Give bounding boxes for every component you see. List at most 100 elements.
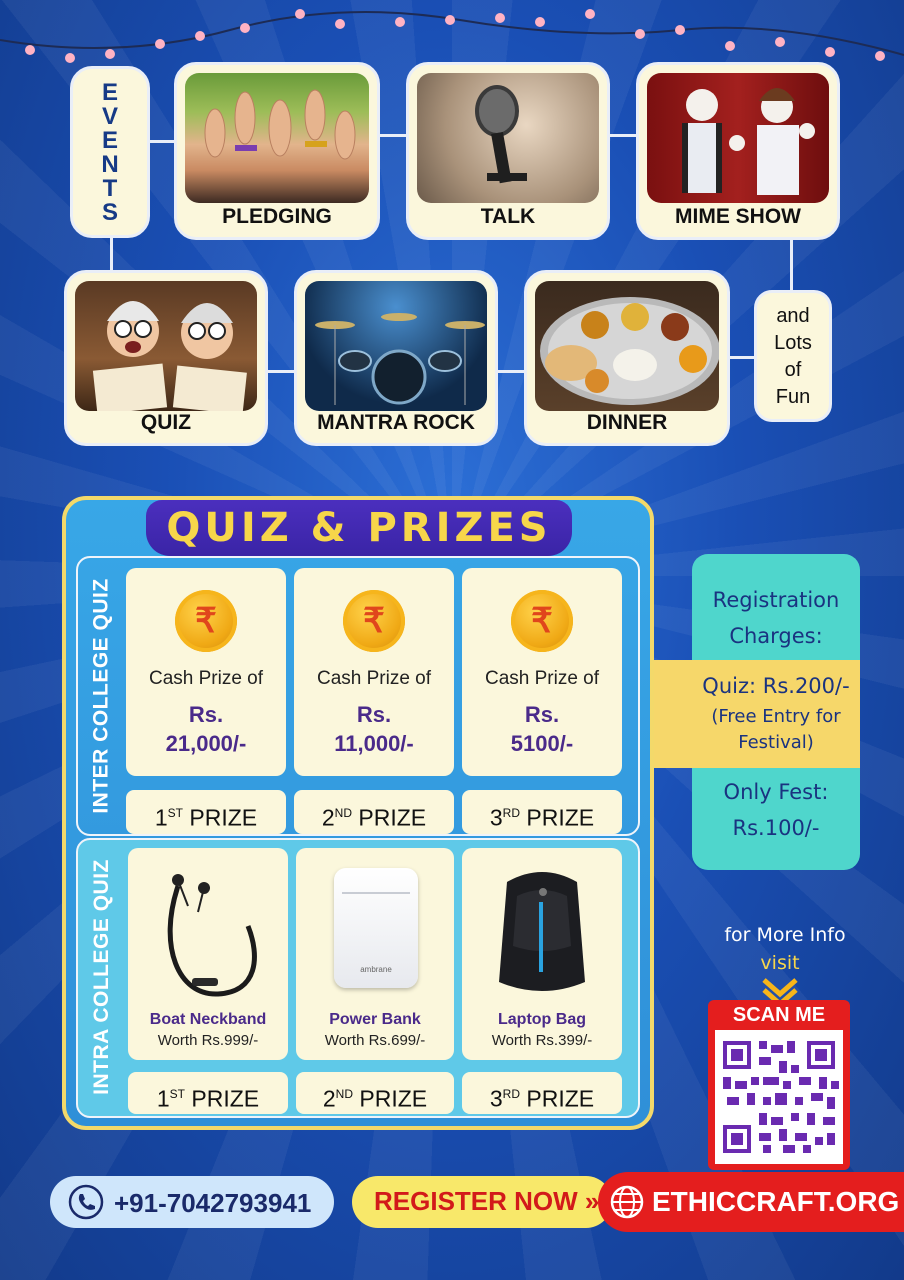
phone-pill[interactable]: +91-7042793941 — [50, 1176, 334, 1228]
event-label: DINNER — [586, 411, 668, 434]
intra-prize-name: Boat Neckband — [149, 1011, 267, 1028]
event-label: PLEDGING — [222, 205, 332, 228]
inter-college-label: INTER COLLEGE QUIZ — [82, 560, 122, 832]
rupee-symbol: ₹ — [195, 602, 217, 640]
lots-of-fun-line: of — [784, 359, 802, 381]
rank-suffix: RD — [502, 806, 520, 820]
mime-performers-photo — [647, 73, 829, 203]
cash-amount: 5100/- — [510, 731, 574, 756]
quiz-charge-band: Quiz: Rs.200/- (Free Entry for Festival) — [654, 660, 860, 768]
prize-rank-label: 2ND PRIZE — [296, 1072, 454, 1114]
prize-rank-label: 3RD PRIZE — [462, 1072, 622, 1114]
intra-prize-name: Laptop Bag — [498, 1011, 586, 1028]
rank-word: PRIZE — [359, 1085, 428, 1112]
event-label: TALK — [480, 205, 536, 228]
connector-line — [494, 370, 528, 373]
event-card-quiz: QUIZ — [64, 270, 268, 446]
connector-line — [376, 134, 410, 137]
intra-prize-worth: Worth Rs.999/- — [157, 1032, 259, 1049]
raised-hands-photo — [185, 73, 369, 203]
event-card-pledging: PLEDGING — [174, 62, 380, 240]
rank-number: 3 — [489, 804, 503, 831]
prize-rank-label: 1ST PRIZE — [128, 1072, 288, 1114]
inter-prize-card: ₹ Cash Prize of Rs. 11,000/- — [294, 568, 454, 776]
only-fest-label: Only Fest: — [723, 780, 829, 804]
intra-prize-card: Laptop Bag Worth Rs.399/- — [462, 848, 622, 1060]
event-label: MANTRA ROCK — [317, 411, 475, 434]
only-fest-price: Rs.100/- — [732, 816, 820, 840]
website-url[interactable]: ETHICCRAFT.ORG — [652, 1186, 899, 1218]
phone-number[interactable]: +91-7042793941 — [114, 1188, 311, 1219]
powerbank-brand: ambrane — [360, 965, 392, 974]
prize-rank-label: 1ST PRIZE — [126, 790, 286, 834]
intra-prize-card: Boat Neckband Worth Rs.999/- — [128, 848, 288, 1060]
rank-word: PRIZE — [358, 804, 427, 831]
rupee-symbol: ₹ — [363, 602, 385, 640]
quiz-cartoon-photo — [75, 281, 257, 411]
cash-currency: Rs. — [188, 702, 224, 727]
lots-of-fun-line: Fun — [775, 386, 811, 408]
prize-rank-label: 2ND PRIZE — [294, 790, 454, 834]
intra-prize-name: Power Bank — [329, 1011, 421, 1028]
registration-title-2: Charges: — [729, 624, 823, 648]
cash-prize-text: Cash Prize of — [484, 668, 600, 689]
rupee-coin-icon: ₹ — [343, 590, 405, 652]
drum-kit-photo — [305, 281, 487, 411]
inter-prize-card: ₹ Cash Prize of Rs. 5100/- — [462, 568, 622, 776]
events-heading-letter: T — [102, 175, 118, 202]
register-now-label: REGISTER NOW » — [374, 1186, 599, 1217]
event-card-mime-show: MIME SHOW — [636, 62, 840, 240]
rank-suffix: ST — [167, 806, 183, 820]
rank-number: 1 — [156, 1085, 170, 1112]
cash-prize-amount: Rs. 5100/- — [462, 700, 622, 758]
more-info-text: for More Info — [724, 924, 846, 946]
connector-line — [110, 236, 113, 274]
lots-of-fun-line: and — [776, 305, 810, 327]
events-heading: E V E N T S — [70, 66, 150, 238]
connector-line — [726, 356, 756, 359]
quiz-prizes-title: QUIZ & PRIZES — [146, 500, 572, 556]
power-bank-icon: ambrane — [334, 868, 418, 988]
connector-line — [790, 238, 793, 292]
phone-icon — [68, 1184, 104, 1220]
register-now-button[interactable]: REGISTER NOW » — [352, 1176, 612, 1228]
events-heading-letter: E — [101, 79, 118, 106]
event-card-talk: TALK — [406, 62, 610, 240]
rank-number: 1 — [154, 804, 168, 831]
rupee-coin-icon: ₹ — [511, 590, 573, 652]
cash-prize-amount: Rs. 11,000/- — [294, 700, 454, 758]
rank-number: 3 — [489, 1085, 503, 1112]
events-heading-letter: S — [101, 199, 118, 226]
event-label: MIME SHOW — [675, 205, 801, 228]
inter-college-label-text: INTER COLLEGE QUIZ — [90, 578, 113, 814]
visit-text: visit — [760, 952, 800, 974]
cash-currency: Rs. — [356, 702, 392, 727]
scan-me-label: SCAN ME — [732, 1004, 826, 1026]
intra-prize-card: ambrane Power Bank Worth Rs.699/- — [296, 848, 454, 1060]
rank-suffix: ND — [335, 1087, 353, 1101]
registration-title: Registration — [712, 588, 840, 612]
cash-prize-text: Cash Prize of — [148, 668, 264, 689]
microphone-photo — [417, 73, 599, 203]
intra-college-label-text: INTRA COLLEGE QUIZ — [90, 859, 113, 1095]
cash-amount: 11,000/- — [334, 731, 414, 756]
quiz-charge: Quiz: Rs.200/- — [702, 674, 850, 698]
laptop-bag-icon — [499, 872, 585, 991]
events-heading-letter: N — [101, 151, 119, 178]
rupee-symbol: ₹ — [531, 602, 553, 640]
intra-college-label: INTRA COLLEGE QUIZ — [82, 842, 122, 1112]
cash-currency: Rs. — [524, 702, 560, 727]
rank-number: 2 — [322, 1085, 336, 1112]
rank-word: PRIZE — [526, 1085, 595, 1112]
globe-icon — [610, 1185, 644, 1219]
rank-suffix: ND — [334, 806, 352, 820]
events-heading-letter: V — [101, 103, 118, 130]
and-lots-of-fun: and Lots of Fun — [754, 290, 832, 422]
free-entry-note-2: Festival) — [738, 732, 814, 753]
rank-number: 2 — [321, 804, 335, 831]
qr-code-icon[interactable] — [715, 1030, 843, 1164]
website-link[interactable]: ETHICCRAFT.ORG — [598, 1172, 904, 1232]
event-label: QUIZ — [140, 411, 192, 434]
cash-amount: 21,000/- — [165, 731, 247, 756]
scan-me-badge[interactable]: SCAN ME — [708, 1000, 850, 1170]
